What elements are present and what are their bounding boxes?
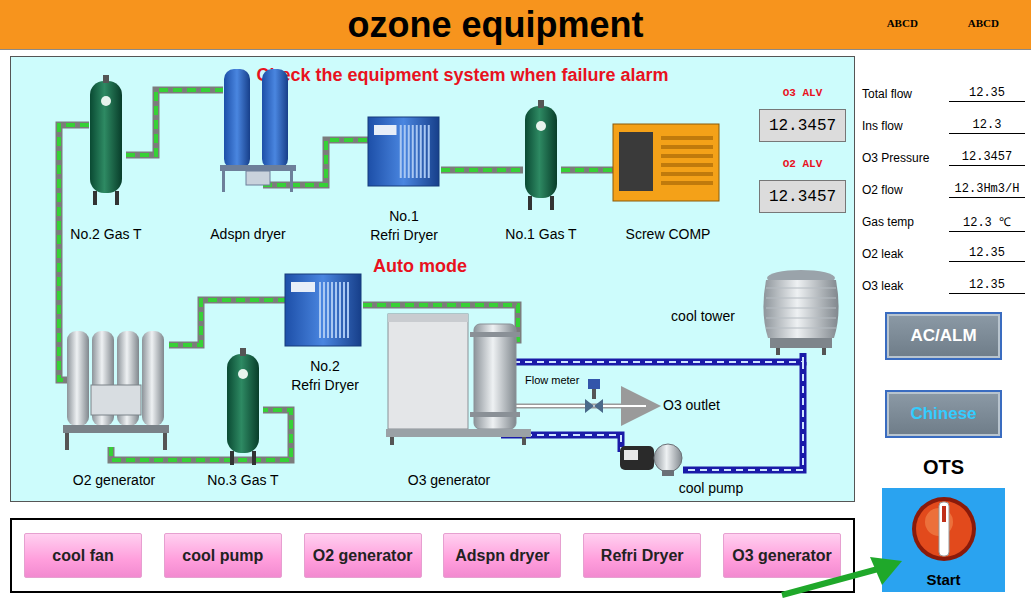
control-button[interactable]: Refri Dryer xyxy=(583,533,701,578)
compressor-icon xyxy=(611,122,721,205)
equipment-label: No.2 Gas T xyxy=(70,225,141,244)
gas-pipe xyxy=(126,90,223,155)
reading-label: O2 flow xyxy=(862,183,903,197)
reading-label: Ins flow xyxy=(862,119,903,133)
equipment-label: O2 generator xyxy=(73,471,156,490)
reading-value: 12.3457 xyxy=(949,150,1025,166)
reading-value: 12.3 xyxy=(949,118,1025,134)
tank-icon xyxy=(223,348,263,465)
reading-value: 12.35 xyxy=(949,246,1025,262)
title-bar: ozone equipment ABCD ABCD xyxy=(0,0,1031,50)
control-bar: cool fan cool pump O2 generator Adspn dryer… xyxy=(10,518,855,593)
water-pipe xyxy=(501,435,621,452)
rotary-switch-icon xyxy=(909,494,979,564)
equipment-label: O3 generator xyxy=(408,471,491,490)
ozone-hmi-screen: ozone equipment ABCD ABCD Check the equip… xyxy=(0,0,1031,600)
equipment-label: No.1Refri Dryer xyxy=(370,207,438,245)
control-button[interactable]: O2 generator xyxy=(304,533,422,578)
reading-label: Gas temp xyxy=(862,215,914,229)
header-code: ABCD xyxy=(887,17,918,29)
reading-label: O3 leak xyxy=(862,279,903,293)
reading-value: 12.35 xyxy=(949,86,1025,102)
failure-alert: Check the equipment system when failure … xyxy=(41,65,884,86)
gas-pipe xyxy=(561,167,613,174)
reading-row: Gas temp 12.3 ℃ xyxy=(862,206,1025,238)
reading-label: Total flow xyxy=(862,87,912,101)
reading-value: 12.3 ℃ xyxy=(949,213,1025,232)
adsorption-icon xyxy=(216,59,298,192)
reading-label: O3 Pressure xyxy=(862,151,929,165)
mode-label: Auto mode xyxy=(373,256,467,277)
o2gen-icon xyxy=(61,325,171,450)
reading-value: 12.35 xyxy=(949,278,1025,294)
tank-icon xyxy=(521,100,561,210)
readings-list: Total flow 12.35Ins flow 12.3O3 Pressure… xyxy=(862,56,1025,302)
equipment-label: Adspn dryer xyxy=(210,225,285,244)
o3gen-icon xyxy=(386,312,531,445)
refri-icon xyxy=(366,115,441,190)
side-button[interactable]: AC/ALM xyxy=(885,312,1002,360)
reading-row: O2 leak 12.35 xyxy=(862,238,1025,270)
refri-icon xyxy=(283,272,363,350)
alarm-readout: O3 ALV 12.3457 xyxy=(759,87,846,142)
flow-meter-icon xyxy=(585,379,603,413)
pointer-arrow-icon xyxy=(778,553,908,598)
equipment-label: No.3 Gas T xyxy=(207,471,278,490)
reading-row: O2 flow 12.3Hm3/H xyxy=(862,174,1025,206)
switch-label: Start xyxy=(926,571,960,588)
outlet-pipe xyxy=(501,404,651,409)
control-button[interactable]: cool fan xyxy=(24,533,142,578)
side-button[interactable]: Chinese xyxy=(885,390,1002,438)
reading-row: Ins flow 12.3 xyxy=(862,110,1025,142)
control-button[interactable]: Adspn dryer xyxy=(443,533,561,578)
reading-row: O3 Pressure 12.3457 xyxy=(862,142,1025,174)
gas-pipe xyxy=(169,300,286,345)
reading-value: 12.3Hm3/H xyxy=(949,182,1025,198)
tank-icon xyxy=(86,75,126,205)
equipment-label: cool tower xyxy=(671,307,735,326)
alarm-value: 12.3457 xyxy=(759,109,846,142)
control-button[interactable]: O3 generator xyxy=(723,533,841,578)
control-button[interactable]: cool pump xyxy=(164,533,282,578)
equipment-label: cool pump xyxy=(679,479,744,498)
alarm-readout: O2 ALV 12.3457 xyxy=(759,158,846,213)
header-code: ABCD xyxy=(968,17,999,29)
screen-title: ozone equipment xyxy=(348,4,644,46)
reading-row: Total flow 12.35 xyxy=(862,78,1025,110)
alarm-label: O3 ALV xyxy=(783,87,823,99)
reading-row: O3 leak 12.35 xyxy=(862,270,1025,302)
gas-pipe xyxy=(441,167,523,174)
equipment-label: Screw COMP xyxy=(626,225,711,244)
start-switch[interactable]: Start xyxy=(882,488,1005,592)
alarm-value: 12.3457 xyxy=(759,180,846,213)
ots-title: OTS xyxy=(923,452,964,482)
flow-meter-label: Flow meter xyxy=(525,374,579,386)
reading-label: O2 leak xyxy=(862,247,903,261)
water-pipe xyxy=(501,353,803,362)
equipment-label: No.2Refri Dryer xyxy=(291,357,359,395)
equipment-label: No.1 Gas T xyxy=(505,225,576,244)
tower-icon xyxy=(756,268,846,355)
process-diagram: Check the equipment system when failure … xyxy=(10,56,855,502)
water-pipe xyxy=(683,362,803,470)
outlet-label: O3 outlet xyxy=(663,397,720,413)
alarm-label: O2 ALV xyxy=(783,158,823,170)
pump-icon xyxy=(616,440,686,477)
